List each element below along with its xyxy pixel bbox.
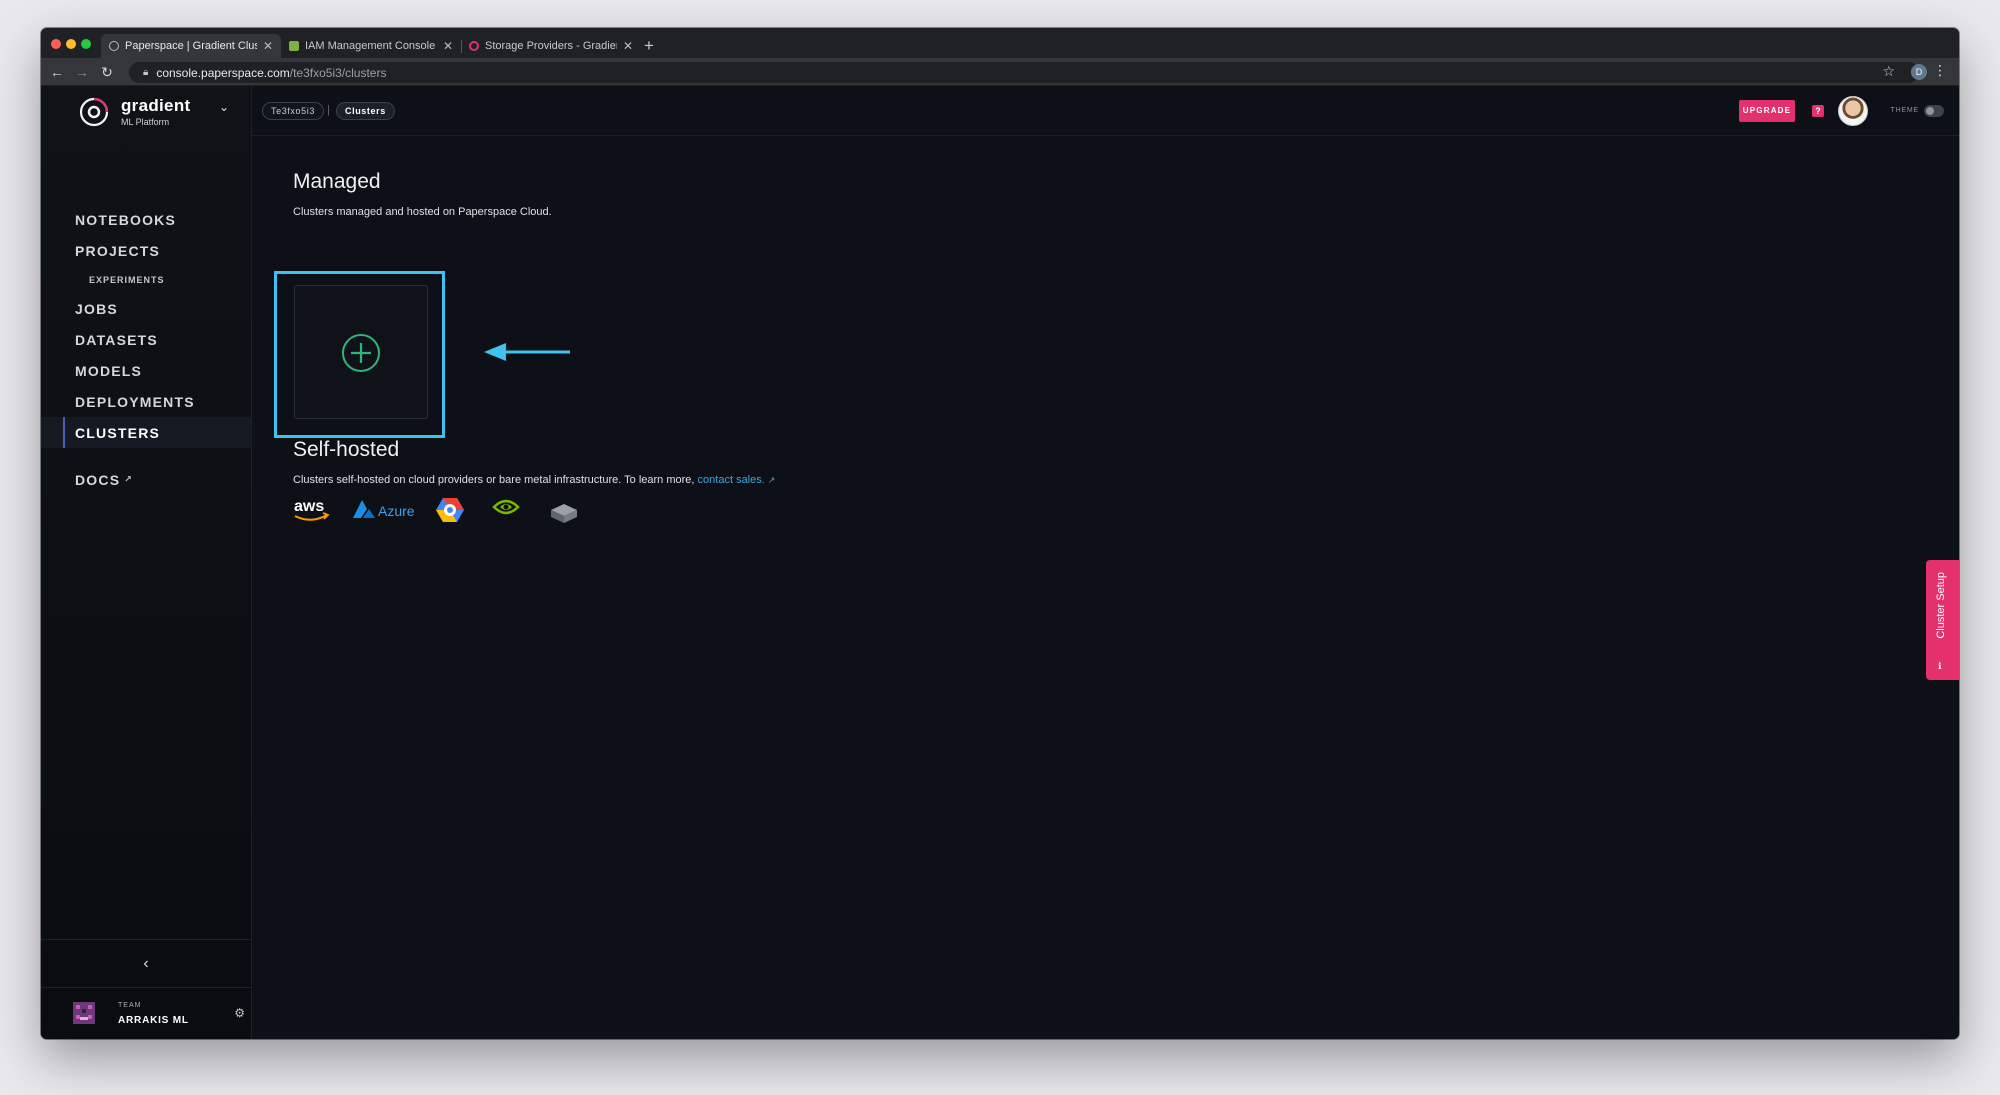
sidebar-item-models[interactable]: MODELS — [41, 355, 251, 386]
sidebar-item-clusters[interactable]: CLUSTERS — [41, 417, 251, 448]
brand-name: gradient — [121, 95, 191, 115]
sidebar-nav: NOTEBOOKS PROJECTS EXPERIMENTS JOBS DATA… — [41, 204, 251, 495]
user-avatar[interactable] — [1838, 96, 1868, 126]
breadcrumb-separator: | — [327, 104, 330, 116]
brand-subtitle: ML Platform — [121, 116, 170, 127]
managed-section-description: Clusters managed and hosted on Paperspac… — [293, 206, 552, 218]
back-button[interactable]: ← — [47, 61, 67, 83]
team-label: TEAM — [118, 1002, 142, 1009]
self-hosted-description-text: Clusters self-hosted on cloud providers … — [293, 474, 695, 486]
tab-title: Paperspace | Gradient Clusters — [125, 40, 257, 52]
browser-tab-clusters[interactable]: Paperspace | Gradient Clusters ✕ — [101, 34, 281, 58]
reload-button[interactable]: ↻ — [97, 61, 117, 83]
sidebar-item-projects[interactable]: PROJECTS — [41, 235, 251, 266]
theme-toggle[interactable] — [1924, 105, 1944, 117]
main-content: Managed Clusters managed and hosted on P… — [252, 136, 1959, 1039]
team-avatar — [73, 1002, 95, 1024]
paperspace-favicon-icon — [109, 41, 119, 51]
breadcrumb-team[interactable]: Te3fxo5i3 — [262, 102, 324, 120]
top-header: Te3fxo5i3 | Clusters UPGRADE ? THEME — [252, 86, 1959, 136]
sidebar-item-experiments[interactable]: EXPERIMENTS — [41, 266, 251, 293]
brand-logo-link[interactable]: gradient ML Platform — [79, 94, 190, 130]
sidebar-item-notebooks[interactable]: NOTEBOOKS — [41, 204, 251, 235]
gradient-logo-icon — [79, 97, 109, 127]
browser-menu-icon[interactable]: ⋮ — [1933, 62, 1947, 79]
browser-tab-iam[interactable]: IAM Management Console ✕ — [281, 34, 461, 58]
close-tab-icon[interactable]: ✕ — [443, 39, 453, 53]
azure-logo-text: Azure — [378, 503, 415, 519]
gradient-favicon-icon — [469, 41, 479, 51]
address-bar[interactable]: 🔒︎ console.paperspace.com/te3fxo5i3/clus… — [129, 62, 1919, 83]
help-icon[interactable]: ? — [1812, 105, 1824, 117]
chevron-left-icon: ‹ — [143, 954, 149, 972]
sidebar-item-deployments[interactable]: DEPLOYMENTS — [41, 386, 251, 417]
browser-tab-storage[interactable]: Storage Providers - Gradient D ✕ — [461, 34, 641, 58]
theme-label: THEME — [1890, 107, 1919, 114]
plus-circle-icon — [342, 334, 380, 372]
azure-logo-icon[interactable]: Azure — [353, 498, 419, 522]
cluster-setup-label: Cluster Setup — [1935, 572, 1947, 639]
tab-title: Storage Providers - Gradient D — [485, 40, 617, 52]
self-hosted-section-description: Clusters self-hosted on cloud providers … — [293, 474, 775, 486]
collapse-sidebar-button[interactable]: ‹ — [41, 939, 251, 987]
tab-title: IAM Management Console — [305, 40, 436, 52]
aws-logo-text: aws — [294, 498, 324, 515]
aws-logo-icon[interactable]: aws — [293, 496, 331, 526]
team-name: ARRAKIS ML — [118, 1015, 189, 1026]
gear-icon[interactable]: ⚙ — [234, 1006, 245, 1020]
lock-icon: 🔒︎ — [143, 67, 149, 78]
close-tab-icon[interactable]: ✕ — [263, 39, 273, 53]
aws-favicon-icon — [289, 41, 299, 51]
forward-button[interactable]: → — [72, 61, 92, 83]
info-icon: ℹ — [1938, 661, 1942, 671]
sidebar-item-label: DOCS — [75, 471, 121, 488]
sidebar: gradient ML Platform ⌄ NOTEBOOKS PROJECT… — [41, 86, 252, 1039]
chevron-down-icon[interactable]: ⌄ — [219, 100, 229, 114]
self-hosted-section-title: Self-hosted — [293, 438, 400, 461]
app-container: gradient ML Platform ⌄ NOTEBOOKS PROJECT… — [41, 86, 1959, 1039]
sidebar-item-docs[interactable]: DOCS ↗ — [41, 464, 251, 495]
new-tab-button[interactable]: + — [644, 34, 654, 58]
breadcrumb-page[interactable]: Clusters — [336, 102, 395, 120]
close-window-button[interactable] — [51, 39, 61, 49]
browser-tab-bar: Paperspace | Gradient Clusters ✕ IAM Man… — [41, 28, 1959, 58]
minimize-window-button[interactable] — [66, 39, 76, 49]
upgrade-button[interactable]: UPGRADE — [1739, 100, 1795, 122]
arrow-left-annotation-icon — [484, 343, 570, 361]
external-link-icon: ↗ — [767, 475, 776, 485]
bookmark-star-icon[interactable]: ☆ — [1882, 63, 1895, 80]
cluster-setup-side-tab[interactable]: Cluster Setup ℹ — [1926, 560, 1959, 680]
add-managed-cluster-button[interactable] — [294, 285, 428, 419]
close-tab-icon[interactable]: ✕ — [623, 39, 633, 53]
sidebar-item-jobs[interactable]: JOBS — [41, 293, 251, 324]
url-domain: console.paperspace.com — [156, 65, 290, 80]
browser-window: Paperspace | Gradient Clusters ✕ IAM Man… — [41, 28, 1959, 1039]
google-cloud-logo-icon[interactable] — [435, 496, 465, 524]
browser-toolbar: ← → ↻ 🔒︎ console.paperspace.com/te3fxo5i… — [41, 58, 1959, 86]
maximize-window-button[interactable] — [81, 39, 91, 49]
contact-sales-link[interactable]: contact sales. — [698, 474, 765, 486]
external-link-icon: ↗ — [124, 474, 133, 484]
managed-section-title: Managed — [293, 170, 381, 193]
team-switcher[interactable]: TEAM ARRAKIS ML ⚙ — [41, 987, 251, 1039]
bare-metal-server-icon[interactable] — [549, 502, 579, 526]
sidebar-item-datasets[interactable]: DATASETS — [41, 324, 251, 355]
nvidia-logo-icon[interactable] — [491, 496, 521, 518]
url-path: /te3fxo5i3/clusters — [289, 65, 387, 80]
browser-profile-avatar[interactable]: D — [1911, 64, 1927, 80]
